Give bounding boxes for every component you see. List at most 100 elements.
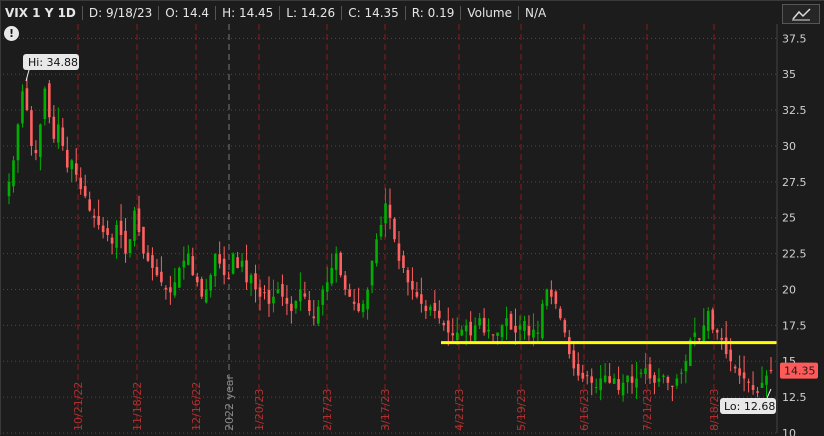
candle-body <box>491 334 495 336</box>
candle-body <box>272 296 275 304</box>
candle-body <box>70 160 74 170</box>
price-axis[interactable]: 37.53532.53027.52522.52017.51512.51014.3… <box>776 24 818 436</box>
date-label: 3/17/23 <box>379 389 392 431</box>
candle-body <box>590 376 594 383</box>
candle-body <box>115 224 118 248</box>
candle-body <box>411 280 414 290</box>
candle-body <box>523 321 526 331</box>
candle-body <box>559 308 562 319</box>
candle-body <box>487 329 490 332</box>
candle-body <box>424 305 428 312</box>
candle-body <box>25 88 29 111</box>
year-label: 2022 year <box>223 374 236 431</box>
candle-body <box>236 257 239 268</box>
candle-body <box>213 253 217 277</box>
candle-body <box>442 322 446 326</box>
candle-body <box>711 309 715 330</box>
price-tick-label: 25 <box>782 212 796 225</box>
candle-body <box>334 253 338 270</box>
candle-body <box>514 325 517 333</box>
candle-body <box>343 275 347 290</box>
candle-body <box>21 91 24 124</box>
candle-body <box>648 364 652 379</box>
candle-body <box>464 325 468 332</box>
candle-body <box>79 177 83 190</box>
candle-body <box>16 124 20 161</box>
candle-body <box>124 230 127 254</box>
candle-body <box>39 124 42 157</box>
candle-body <box>702 325 706 343</box>
candle-body <box>626 375 629 383</box>
candle-body <box>375 239 378 264</box>
candle-body <box>765 375 768 385</box>
candle-body <box>518 325 522 330</box>
candle-body <box>671 385 674 388</box>
candle-body <box>630 376 634 383</box>
candle-body <box>496 332 499 336</box>
candle-body <box>169 287 172 293</box>
candle-body <box>379 224 383 237</box>
alert-exclamation-icon[interactable]: ! <box>4 26 19 41</box>
candle-body <box>366 289 369 310</box>
candle-body <box>581 372 585 379</box>
candle-body <box>12 160 15 187</box>
candle-body <box>715 329 719 333</box>
candle-body <box>231 253 235 274</box>
candle-body <box>599 378 602 391</box>
candle-body <box>532 329 535 338</box>
candle-body <box>693 332 697 337</box>
candle-body <box>276 289 280 293</box>
candle-body <box>680 372 683 374</box>
price-tick-label: 35 <box>782 68 796 81</box>
candle-body <box>48 83 51 118</box>
candle-body <box>65 149 69 168</box>
candle-body <box>160 271 163 283</box>
candle-body <box>451 333 455 336</box>
low-annotation-label: Lo: 12.68 <box>724 400 775 413</box>
candle-body <box>603 375 607 382</box>
candle-body <box>285 297 289 304</box>
volume-label: Volume <box>461 5 519 20</box>
symbol-period[interactable]: VIX 1 Y 1D <box>1 5 83 20</box>
candle-body <box>74 163 78 175</box>
chart-style-icon[interactable] <box>782 4 820 24</box>
candle-body <box>402 255 405 268</box>
candlestick-chart[interactable]: 10/21/22 11/18/22 12/16/22 1/20/23 2/17/23 3/… <box>1 1 824 436</box>
price-tick-label: 22.5 <box>782 248 807 261</box>
date-label: 12/16/22 <box>190 382 203 431</box>
candle-body <box>644 368 647 375</box>
candle-body <box>469 321 472 336</box>
candle-body <box>281 284 284 297</box>
candle-body <box>576 363 580 376</box>
candle-body <box>572 350 576 369</box>
candle-body <box>473 325 477 341</box>
candle-body <box>254 273 257 290</box>
candle-body <box>30 110 33 146</box>
candle-body <box>697 338 701 340</box>
high-annotation-label: Hi: 34.88 <box>28 56 78 69</box>
bar-high: H: 14.45 <box>216 5 281 20</box>
candle-body <box>249 275 253 284</box>
candle-body <box>186 253 190 265</box>
candle-body <box>662 375 665 377</box>
candle-body <box>330 267 334 284</box>
candle-body <box>527 326 531 336</box>
candle-body <box>258 287 262 297</box>
candle-body <box>101 225 105 233</box>
candle-body <box>505 318 508 327</box>
candle-body <box>195 276 199 283</box>
candle-body <box>110 237 114 244</box>
candle-body <box>43 88 47 120</box>
candle-body <box>612 378 616 384</box>
candle-body <box>406 270 410 283</box>
candle-body <box>303 293 307 297</box>
candle-body <box>348 289 351 297</box>
candle-body <box>585 375 589 377</box>
price-tick-label: 32.5 <box>782 104 807 117</box>
candle-body <box>263 292 266 294</box>
candle-body <box>742 372 746 379</box>
candle-body <box>316 306 320 324</box>
candle-body <box>294 300 298 309</box>
candle-body <box>204 289 208 303</box>
candle-body <box>52 116 56 139</box>
